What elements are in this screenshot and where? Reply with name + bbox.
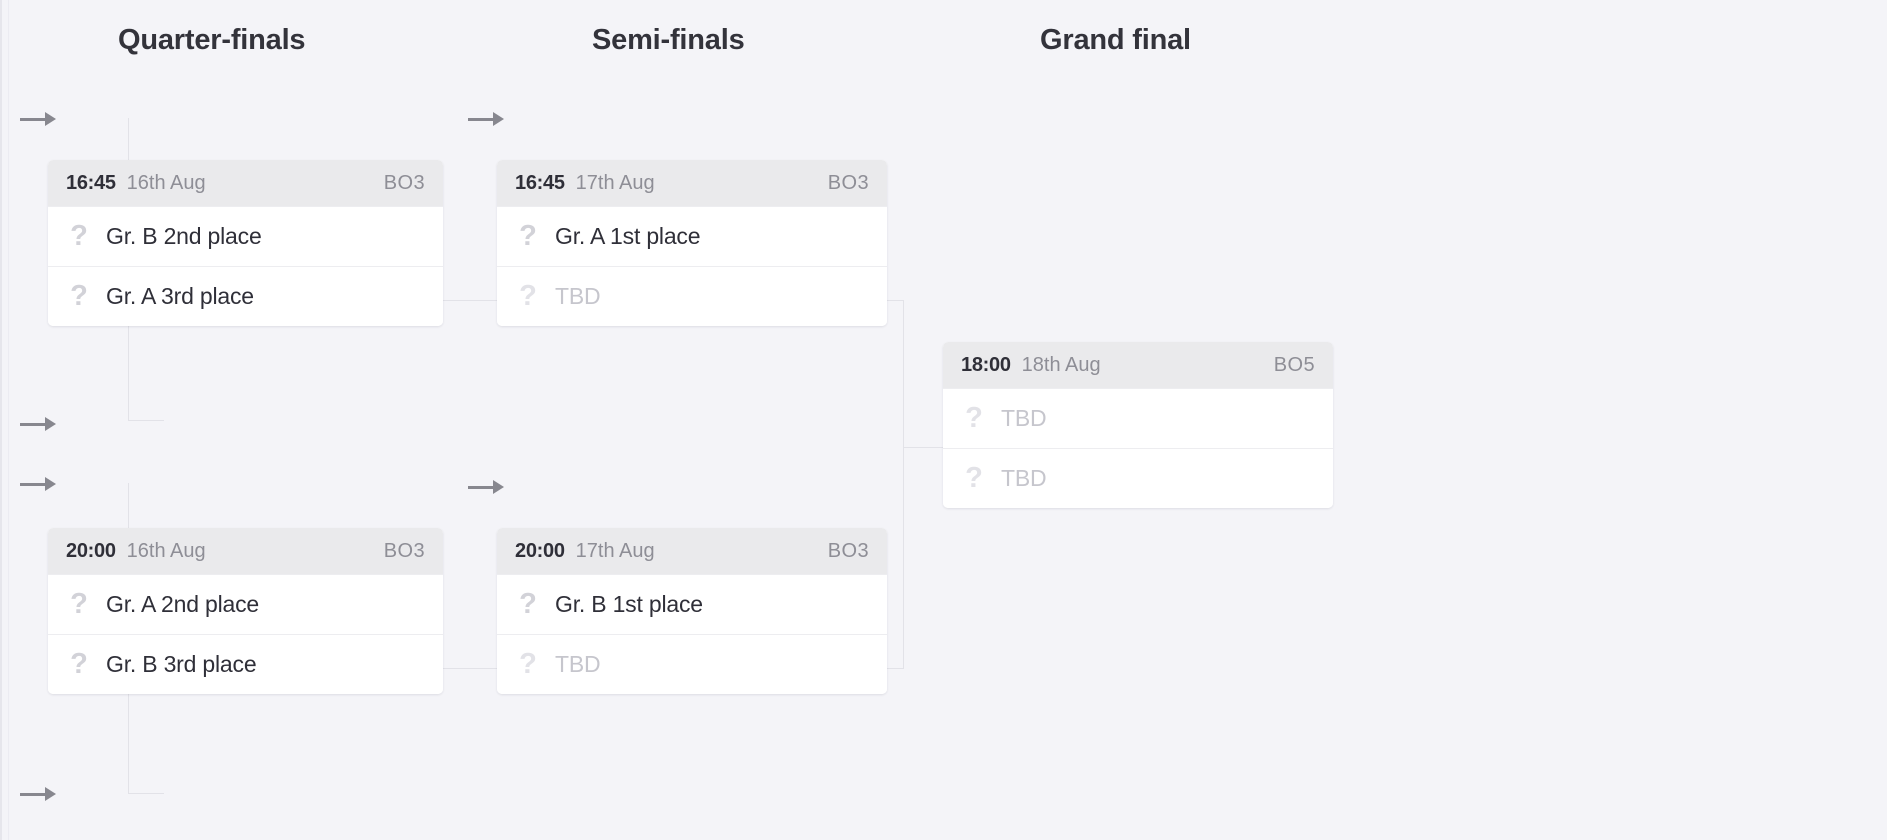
team-row[interactable]: ? Gr. A 1st place: [497, 206, 887, 266]
team-name: TBD: [1001, 465, 1047, 491]
question-mark-icon: ?: [519, 220, 537, 252]
match-format: BO3: [383, 539, 425, 562]
feed-arrow-sf1: [468, 110, 504, 128]
team-name: Gr. B 2nd place: [106, 223, 262, 249]
match-header: 16:45 16th Aug BO3: [48, 160, 443, 206]
team-row[interactable]: ? Gr. B 1st place: [497, 574, 887, 634]
match-time: 20:00: [66, 539, 116, 562]
team-row[interactable]: ? TBD: [497, 266, 887, 326]
team-name: Gr. B 1st place: [555, 591, 703, 617]
arrow-shaft-icon: [468, 118, 494, 121]
match-card-semi-final-1[interactable]: 16:45 17th Aug BO3 ? Gr. A 1st place ? T…: [497, 160, 887, 326]
match-header: 20:00 17th Aug BO3: [497, 528, 887, 574]
match-format: BO3: [827, 539, 869, 562]
arrow-shaft-icon: [20, 118, 46, 121]
feed-arrow-qf1-bottom: [20, 415, 56, 433]
team-name: Gr. A 1st place: [555, 223, 701, 249]
match-card-quarter-final-1[interactable]: 16:45 16th Aug BO3 ? Gr. B 2nd place ? G…: [48, 160, 443, 326]
team-row[interactable]: ? TBD: [943, 448, 1333, 508]
connector-sf2-horizontal: [887, 668, 904, 669]
feed-arrow-qf2-bottom: [20, 785, 56, 803]
question-mark-icon: ?: [519, 280, 537, 312]
team-name: Gr. A 3rd place: [106, 283, 254, 309]
match-format: BO3: [827, 171, 869, 194]
question-mark-icon: ?: [519, 648, 537, 680]
team-name: TBD: [1001, 405, 1047, 431]
question-mark-icon: ?: [519, 588, 537, 620]
arrow-head-icon: [45, 787, 56, 801]
question-mark-icon: ?: [70, 220, 88, 252]
question-mark-icon: ?: [70, 280, 88, 312]
match-header: 18:00 18th Aug BO5: [943, 342, 1333, 388]
question-mark-icon: ?: [965, 402, 983, 434]
team-row[interactable]: ? Gr. A 3rd place: [48, 266, 443, 326]
match-date: 16th Aug: [126, 539, 206, 562]
team-row[interactable]: ? Gr. B 3rd place: [48, 634, 443, 694]
arrow-head-icon: [493, 480, 504, 494]
connector-gf-vertical: [903, 300, 904, 669]
connector-in-qf2b-horizontal: [128, 793, 164, 794]
arrow-shaft-icon: [468, 486, 494, 489]
team-name: Gr. B 3rd place: [106, 651, 257, 677]
arrow-head-icon: [45, 112, 56, 126]
question-mark-icon: ?: [965, 462, 983, 494]
match-time: 16:45: [66, 171, 116, 194]
question-mark-icon: ?: [70, 588, 88, 620]
question-mark-icon: ?: [70, 648, 88, 680]
arrow-shaft-icon: [20, 483, 46, 486]
match-time: 20:00: [515, 539, 565, 562]
feed-arrow-qf2-top: [20, 475, 56, 493]
match-time: 16:45: [515, 171, 565, 194]
match-header: 16:45 17th Aug BO3: [497, 160, 887, 206]
connector-sf1-horizontal: [887, 300, 904, 301]
match-time: 18:00: [961, 353, 1011, 376]
match-date: 17th Aug: [575, 539, 655, 562]
feed-arrow-sf2: [468, 478, 504, 496]
arrow-shaft-icon: [20, 423, 46, 426]
connector-in-qf1b-horizontal: [128, 420, 164, 421]
feed-arrow-qf1-top: [20, 110, 56, 128]
team-name: TBD: [555, 283, 601, 309]
match-date: 17th Aug: [575, 171, 655, 194]
team-row[interactable]: ? TBD: [943, 388, 1333, 448]
match-date: 16th Aug: [126, 171, 206, 194]
match-card-quarter-final-2[interactable]: 20:00 16th Aug BO3 ? Gr. A 2nd place ? G…: [48, 528, 443, 694]
match-format: BO3: [383, 171, 425, 194]
match-header: 20:00 16th Aug BO3: [48, 528, 443, 574]
arrow-head-icon: [45, 477, 56, 491]
match-card-grand-final[interactable]: 18:00 18th Aug BO5 ? TBD ? TBD: [943, 342, 1333, 508]
team-row[interactable]: ? Gr. B 2nd place: [48, 206, 443, 266]
match-format: BO5: [1273, 353, 1315, 376]
arrow-head-icon: [493, 112, 504, 126]
match-card-semi-final-2[interactable]: 20:00 17th Aug BO3 ? Gr. B 1st place ? T…: [497, 528, 887, 694]
team-row[interactable]: ? Gr. A 2nd place: [48, 574, 443, 634]
match-date: 18th Aug: [1021, 353, 1101, 376]
team-name: TBD: [555, 651, 601, 677]
arrow-head-icon: [45, 417, 56, 431]
team-row[interactable]: ? TBD: [497, 634, 887, 694]
team-name: Gr. A 2nd place: [106, 591, 260, 617]
arrow-shaft-icon: [20, 793, 46, 796]
